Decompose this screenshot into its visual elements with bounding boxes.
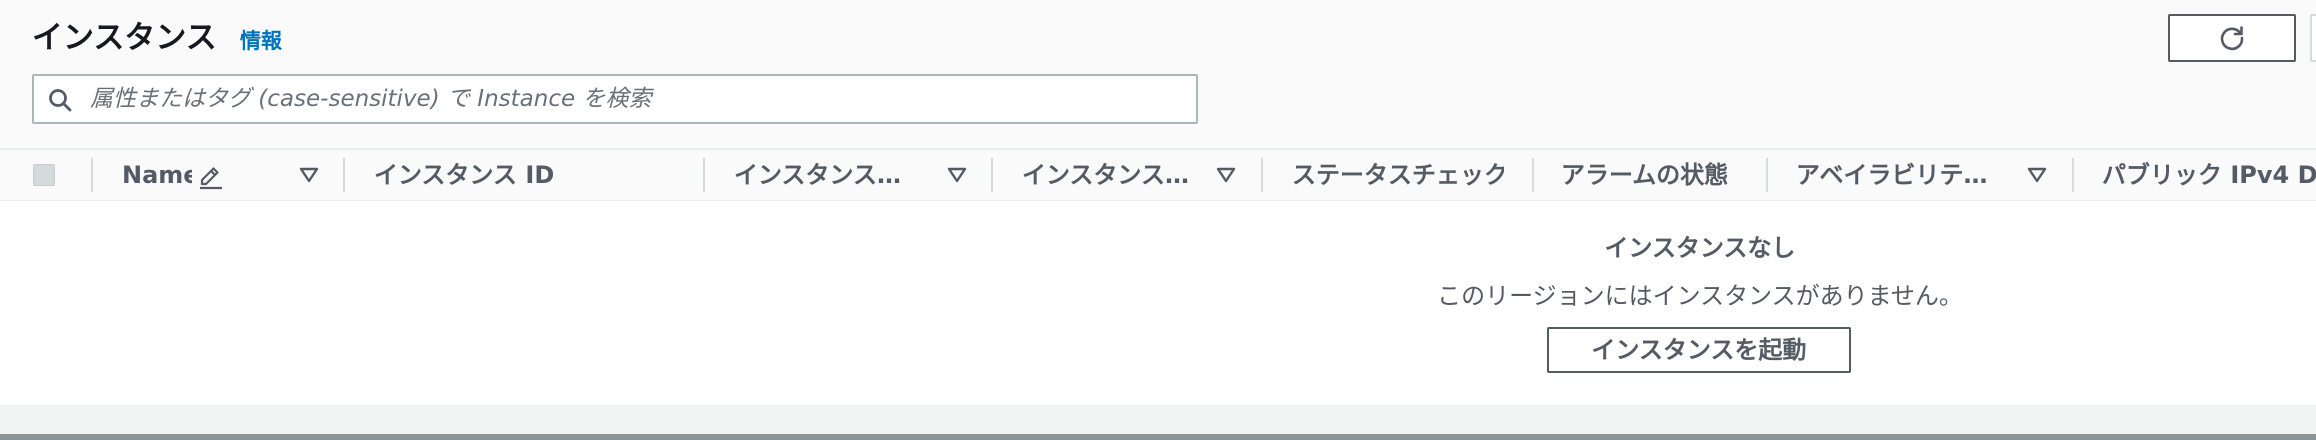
column-header-label: インスタンス ID <box>374 161 555 189</box>
column-divider <box>91 158 93 192</box>
refresh-button[interactable] <box>2168 14 2296 62</box>
column-header-label: ステータスチェック <box>1292 161 1504 189</box>
column-header-label: パブリック IPv4 DNS <box>2102 161 2316 189</box>
page-title: インスタンス <box>32 20 217 56</box>
column-divider <box>1532 158 1534 192</box>
column-divider <box>703 158 705 192</box>
sort-down-icon[interactable] <box>1215 165 1237 185</box>
column-header-label: インスタンス… <box>734 161 902 189</box>
select-all-checkbox[interactable] <box>33 164 55 186</box>
instances-header-panel: インスタンス 情報 起 <box>0 0 2316 148</box>
column-header-label: Name <box>122 161 192 189</box>
instances-page: インスタンス 情報 起 Name <box>0 0 2316 440</box>
search-icon <box>49 89 72 112</box>
empty-state-description: このリージョンにはインスタンスがありません。 <box>1437 282 1963 310</box>
launch-instance-button[interactable]: インスタンスを起動 <box>1547 327 1851 373</box>
refresh-icon <box>2220 26 2244 51</box>
search-input[interactable] <box>90 76 1180 122</box>
column-divider <box>1261 158 1263 192</box>
panel-bottom-divider <box>0 434 2316 440</box>
column-divider <box>1766 158 1768 192</box>
instance-state-button[interactable]: 起 <box>2310 14 2316 62</box>
sort-down-icon[interactable] <box>2026 165 2048 185</box>
column-header-label: アベイラビリテ… <box>1796 161 1988 189</box>
column-divider <box>2072 158 2074 192</box>
edit-pencil-icon <box>200 167 222 190</box>
column-divider <box>991 158 993 192</box>
column-header-label: アラームの状態 <box>1561 161 1729 189</box>
sort-down-icon[interactable] <box>298 165 320 185</box>
search-box[interactable] <box>32 74 1198 124</box>
sort-down-icon[interactable] <box>946 165 968 185</box>
table-header: Name インスタンス ID インスタンス… インスタンス… ステータスチェック… <box>0 148 2316 200</box>
empty-state-title: インスタンスなし <box>1604 234 1796 262</box>
column-divider <box>343 158 345 192</box>
column-header-label: インスタンス… <box>1022 161 1190 189</box>
info-link[interactable]: 情報 <box>240 27 282 55</box>
table-body: インスタンスなし このリージョンにはインスタンスがありません。 インスタンスを起… <box>0 200 2316 406</box>
